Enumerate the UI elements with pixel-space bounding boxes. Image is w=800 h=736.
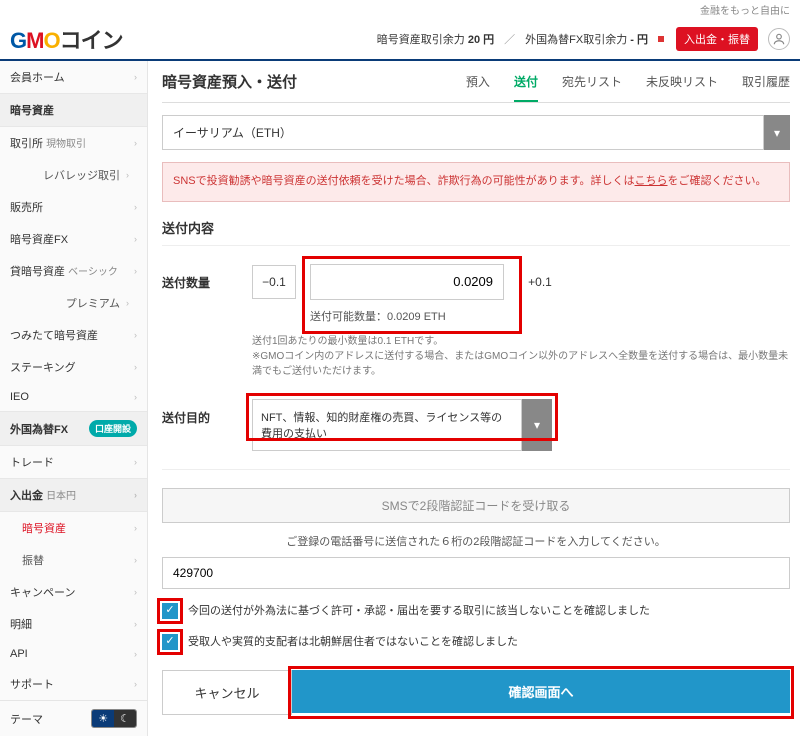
sidebar-ieo[interactable]: IEO› — [0, 383, 147, 411]
open-account-badge[interactable]: 口座開設 — [89, 420, 137, 437]
qty-minus-button[interactable]: −0.1 — [252, 265, 296, 299]
sidebar-api[interactable]: API› — [0, 640, 147, 668]
crypto-balance: 暗号資産取引余力 20 円 — [377, 31, 494, 47]
checkbox-dprk-label: 受取人や実質的支配者は北朝鮮居住者ではないことを確認しました — [188, 634, 518, 652]
cancel-button[interactable]: キャンセル — [162, 670, 292, 715]
sms-note: ご登録の電話番号に送信された６桁の2段階認証コードを入力してください。 — [162, 533, 790, 549]
alert-dot-icon — [658, 36, 664, 42]
header-bar: GMOコイン 暗号資産取引余力 20 円 ／ 外国為替FX取引余力 - 円 入出… — [0, 19, 800, 61]
main-content: 暗号資産預入・送付 預入 送付 宛先リスト 未反映リスト 取引履歴 イーサリアム… — [148, 61, 800, 736]
sidebar-campaign[interactable]: キャンペーン› — [0, 576, 147, 608]
sidebar-io-crypto[interactable]: 暗号資産› — [0, 512, 147, 544]
confirm-button[interactable]: 確認画面へ — [292, 670, 790, 713]
tabs: 預入 送付 宛先リスト 未反映リスト 取引履歴 — [466, 73, 790, 102]
sidebar-crypto-fx[interactable]: 暗号資産FX› — [0, 223, 147, 255]
checkbox-legal[interactable]: ✓ — [162, 603, 178, 619]
deposit-withdraw-button[interactable]: 入出金・振替 — [676, 27, 758, 51]
qty-available: 送付可能数量：0.0209 ETH — [310, 308, 790, 324]
asset-selected-label: イーサリアム（ETH） — [162, 115, 764, 150]
sidebar-head-crypto: 暗号資産 — [0, 93, 147, 127]
tab-history[interactable]: 取引履歴 — [742, 73, 790, 102]
sidebar: 会員ホーム› 暗号資産 取引所 現物取引› レバレッジ取引› 販売所› 暗号資産… — [0, 61, 148, 736]
purpose-select[interactable]: NFT、情報、知的財産権の売買、ライセンス等の費用の支払い ▾ — [252, 399, 552, 451]
sidebar-head-forex: 外国為替FX 口座開設 — [0, 411, 147, 446]
checkbox-dprk[interactable]: ✓ — [162, 634, 178, 650]
theme-toggle[interactable]: ☀ ☾ — [91, 709, 137, 728]
account-icon[interactable] — [768, 28, 790, 50]
fx-balance: 外国為替FX取引余力 - 円 — [525, 31, 648, 47]
purpose-label: 送付目的 — [162, 399, 252, 426]
sms-code-button[interactable]: SMSで2段階認証コードを受け取る — [162, 488, 790, 523]
sms-code-input[interactable] — [162, 557, 790, 589]
sidebar-support[interactable]: サポート› — [0, 668, 147, 700]
sidebar-theme: テーマ ☀ ☾ — [0, 700, 147, 736]
purpose-selected-label: NFT、情報、知的財産権の売買、ライセンス等の費用の支払い — [252, 399, 522, 451]
sidebar-sales[interactable]: 販売所› — [0, 191, 147, 223]
tab-send[interactable]: 送付 — [514, 73, 538, 102]
tagline: 金融をもっと自由に — [0, 0, 800, 19]
sidebar-trade[interactable]: トレード› — [0, 446, 147, 478]
qty-plus-button[interactable]: +0.1 — [518, 265, 562, 299]
chevron-down-icon: ▾ — [522, 399, 552, 451]
tab-pending[interactable]: 未反映リスト — [646, 73, 718, 102]
section-title: 送付内容 — [162, 218, 790, 246]
qty-label: 送付数量 — [162, 264, 252, 291]
asset-select[interactable]: イーサリアム（ETH） ▾ — [162, 115, 790, 150]
chevron-down-icon: ▾ — [764, 115, 790, 150]
sidebar-tsumitate[interactable]: つみたて暗号資産› — [0, 319, 147, 351]
sun-icon: ☀ — [92, 710, 114, 727]
sidebar-lending[interactable]: 貸暗号資産 ベーシック› — [0, 255, 147, 287]
sidebar-exchange[interactable]: 取引所 現物取引› — [0, 127, 147, 159]
sidebar-staking[interactable]: ステーキング› — [0, 351, 147, 383]
sidebar-head-io: 入出金 日本円› — [0, 478, 147, 512]
sidebar-home[interactable]: 会員ホーム› — [0, 61, 147, 93]
logo[interactable]: GMOコイン — [10, 23, 123, 55]
warning-link[interactable]: こちら — [635, 175, 668, 187]
tab-addr-list[interactable]: 宛先リスト — [562, 73, 622, 102]
sidebar-detail[interactable]: 明細› — [0, 608, 147, 640]
tab-deposit[interactable]: 預入 — [466, 73, 490, 102]
page-title: 暗号資産預入・送付 — [162, 71, 297, 102]
sidebar-io-transfer[interactable]: 振替› — [0, 544, 147, 576]
qty-notes: 送付1回あたりの最小数量は0.1 ETHです。 ※GMOコイン内のアドレスに送付… — [252, 334, 790, 379]
moon-icon: ☾ — [114, 710, 136, 727]
qty-input[interactable] — [310, 264, 504, 300]
sidebar-premium[interactable]: プレミアム› — [0, 287, 147, 319]
chevron-right-icon: › — [134, 72, 137, 82]
scam-warning: SNSで投資勧誘や暗号資産の送付依頼を受けた場合、詐欺行為の可能性があります。詳… — [162, 162, 790, 202]
sidebar-leverage[interactable]: レバレッジ取引› — [0, 159, 147, 191]
